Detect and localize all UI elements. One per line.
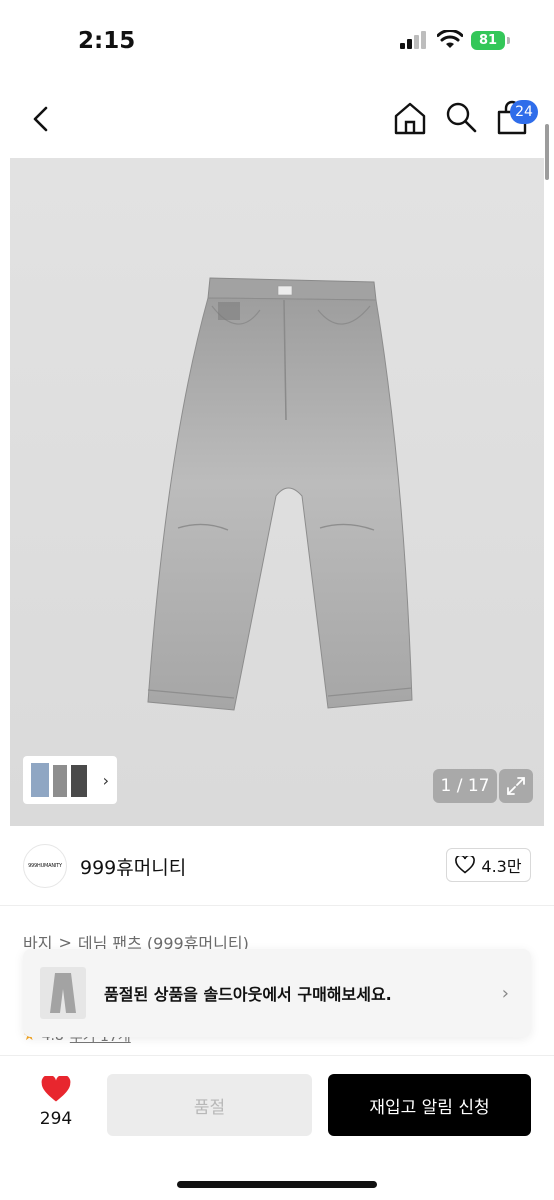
search-icon[interactable] xyxy=(444,100,478,134)
signal-icon xyxy=(400,31,426,49)
expand-icon xyxy=(507,777,525,795)
wifi-icon xyxy=(437,30,463,48)
brand-row: 999HUMANITY 999휴머니티 4.3만 xyxy=(0,826,554,906)
banner-thumbnail xyxy=(40,967,86,1019)
soldout-button: 품절 xyxy=(107,1074,312,1136)
expand-button[interactable] xyxy=(499,769,533,803)
battery-icon: 81 xyxy=(471,30,510,50)
favorite-count: 294 xyxy=(39,1109,73,1129)
banner-jeans-image xyxy=(50,973,76,1013)
status-bar: 2:15 81 xyxy=(0,0,554,82)
back-arrow-icon[interactable] xyxy=(24,102,58,136)
brand-like-count: 4.3만 xyxy=(481,857,522,876)
nav-bar xyxy=(0,88,554,152)
thumbnail-jeans-image xyxy=(31,763,87,797)
product-gallery[interactable]: › 1 / 17 xyxy=(10,158,544,826)
bottom-action-bar: 294 품절 재입고 알림 신청 xyxy=(0,1055,554,1200)
soldout-banner[interactable]: 품절된 상품을 솔드아웃에서 구매해보세요. › xyxy=(23,949,531,1037)
brand-like-button[interactable]: 4.3만 xyxy=(446,848,531,882)
image-counter: 1 / 17 xyxy=(433,769,497,803)
heart-filled-icon xyxy=(41,1074,71,1102)
cart-count-badge: 24 xyxy=(510,100,538,124)
heart-outline-icon xyxy=(455,856,476,874)
soldout-banner-text: 품절된 상품을 솔드아웃에서 구매해보세요. xyxy=(104,985,392,1004)
battery-level: 81 xyxy=(471,30,505,50)
restock-alert-button[interactable]: 재입고 알림 신청 xyxy=(328,1074,531,1136)
gallery-thumbnail-strip[interactable]: › xyxy=(23,756,117,804)
home-icon[interactable] xyxy=(392,100,428,136)
chevron-right-icon: › xyxy=(501,982,509,1004)
brand-name[interactable]: 999휴머니티 xyxy=(80,853,186,880)
status-time: 2:15 xyxy=(78,28,136,54)
home-indicator xyxy=(177,1181,377,1188)
brand-logo[interactable]: 999HUMANITY xyxy=(23,844,67,888)
favorite-button[interactable]: 294 xyxy=(30,1074,82,1129)
status-icons: 81 xyxy=(399,30,510,50)
product-image-jeans xyxy=(147,277,413,711)
thumbnail-next-arrow: › xyxy=(102,770,109,790)
scrollbar[interactable] xyxy=(545,124,549,180)
